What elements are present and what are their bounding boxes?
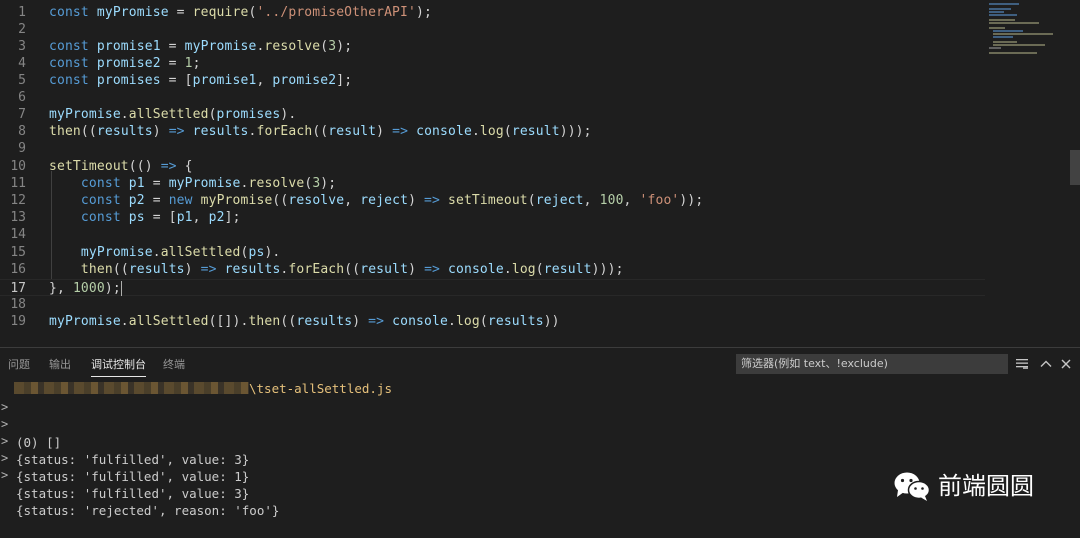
chevron-up-icon[interactable] xyxy=(1038,356,1054,372)
code-line-7[interactable]: 7 myPromise.allSettled(promises). xyxy=(0,106,985,123)
line-number: 1 xyxy=(18,5,26,20)
code-line-18[interactable]: 18 xyxy=(0,296,985,313)
code-line-6[interactable]: 6 xyxy=(0,89,985,106)
code-line-11[interactable]: 11 const p1 = myPromise.resolve(3); xyxy=(0,175,985,192)
code-line-10[interactable]: 10 setTimeout(() => { xyxy=(0,158,985,175)
tab-debug-console[interactable]: 调试控制台 xyxy=(91,358,146,377)
code-editor[interactable]: 1 const myPromise = require('../promiseO… xyxy=(0,0,1080,347)
line-number: 11 xyxy=(10,176,26,191)
code-line-14[interactable]: 14 xyxy=(0,226,985,243)
list-filter-icon[interactable] xyxy=(1014,356,1030,372)
code-line-15[interactable]: 15 myPromise.allSettled(ps). xyxy=(0,244,985,261)
code-line-16[interactable]: 16 then((results) => results.forEach((re… xyxy=(0,261,985,278)
watermark-text: 前端圆圆 xyxy=(938,472,1034,500)
tab-terminal[interactable]: 终端 xyxy=(163,358,185,372)
chevron-right-icon[interactable]: > xyxy=(1,415,8,433)
line-number: 9 xyxy=(18,141,26,156)
console-line[interactable]: > {status: 'rejected', reason: 'foo'} xyxy=(0,466,900,518)
code-line-9[interactable]: 9 xyxy=(0,140,985,157)
chevron-right-icon[interactable]: > xyxy=(1,466,8,484)
chevron-right-icon[interactable]: > xyxy=(1,398,8,416)
vertical-scrollbar[interactable] xyxy=(1070,150,1080,185)
code-line-12[interactable]: 12 const p2 = new myPromise((resolve, re… xyxy=(0,192,985,209)
console-line[interactable]: > {status: 'fulfilled', value: 3} xyxy=(0,415,900,467)
line-number: 14 xyxy=(10,227,26,242)
line-number: 13 xyxy=(10,210,26,225)
filter-input[interactable]: 筛选器(例如 text、!exclude) xyxy=(736,354,1008,374)
console-line[interactable]: > {status: 'fulfilled', value: 1} xyxy=(0,432,900,484)
line-number: 16 xyxy=(10,262,26,277)
close-icon[interactable] xyxy=(1058,356,1074,372)
line-number: 6 xyxy=(18,90,26,105)
line-number: 7 xyxy=(18,107,26,122)
line-number: 8 xyxy=(18,124,26,139)
console-line[interactable]: > {status: 'fulfilled', value: 3} xyxy=(0,449,900,501)
code-line-4[interactable]: 4 const promise2 = 1; xyxy=(0,55,985,72)
line-number: 4 xyxy=(18,56,26,71)
bottom-panel: 问题 输出 调试控制台 终端 筛选器(例如 text、!exclude) \ts… xyxy=(0,347,1080,534)
code-line-1[interactable]: 1 const myPromise = require('../promiseO… xyxy=(0,4,985,21)
text-cursor xyxy=(120,281,122,296)
line-number: 15 xyxy=(10,245,26,260)
chevron-right-icon[interactable]: > xyxy=(1,449,8,467)
line-number: 18 xyxy=(10,297,26,312)
console-source-path[interactable]: \tset-allSettled.js xyxy=(0,380,900,398)
code-line-3[interactable]: 3 const promise1 = myPromise.resolve(3); xyxy=(0,38,985,55)
line-number: 12 xyxy=(10,193,26,208)
code-line-2[interactable]: 2 xyxy=(0,21,985,38)
chevron-right-icon[interactable]: > xyxy=(1,432,8,450)
line-number: 17 xyxy=(10,281,26,296)
line-number: 3 xyxy=(18,39,26,54)
line-number: 5 xyxy=(18,73,26,88)
code-line-5[interactable]: 5 const promises = [promise1, promise2]; xyxy=(0,72,985,89)
blurred-path xyxy=(14,382,249,394)
code-line-19[interactable]: 19 myPromise.allSettled([]).then((result… xyxy=(0,313,985,330)
line-number: 2 xyxy=(18,22,26,37)
code-line-8[interactable]: 8 then((results) => results.forEach((res… xyxy=(0,123,985,140)
tab-problems[interactable]: 问题 xyxy=(8,358,30,372)
watermark: 前端圆圆 xyxy=(892,470,1052,502)
console-line[interactable]: > (0) [] xyxy=(0,398,900,450)
line-number: 10 xyxy=(10,159,26,174)
minimap[interactable] xyxy=(985,0,1070,60)
tab-output[interactable]: 输出 xyxy=(49,358,71,372)
line-number: 19 xyxy=(10,314,26,329)
wechat-icon xyxy=(894,472,931,501)
code-line-13[interactable]: 13 const ps = [p1, p2]; xyxy=(0,209,985,226)
code-line-17[interactable]: 17 }, 1000); xyxy=(0,279,985,296)
